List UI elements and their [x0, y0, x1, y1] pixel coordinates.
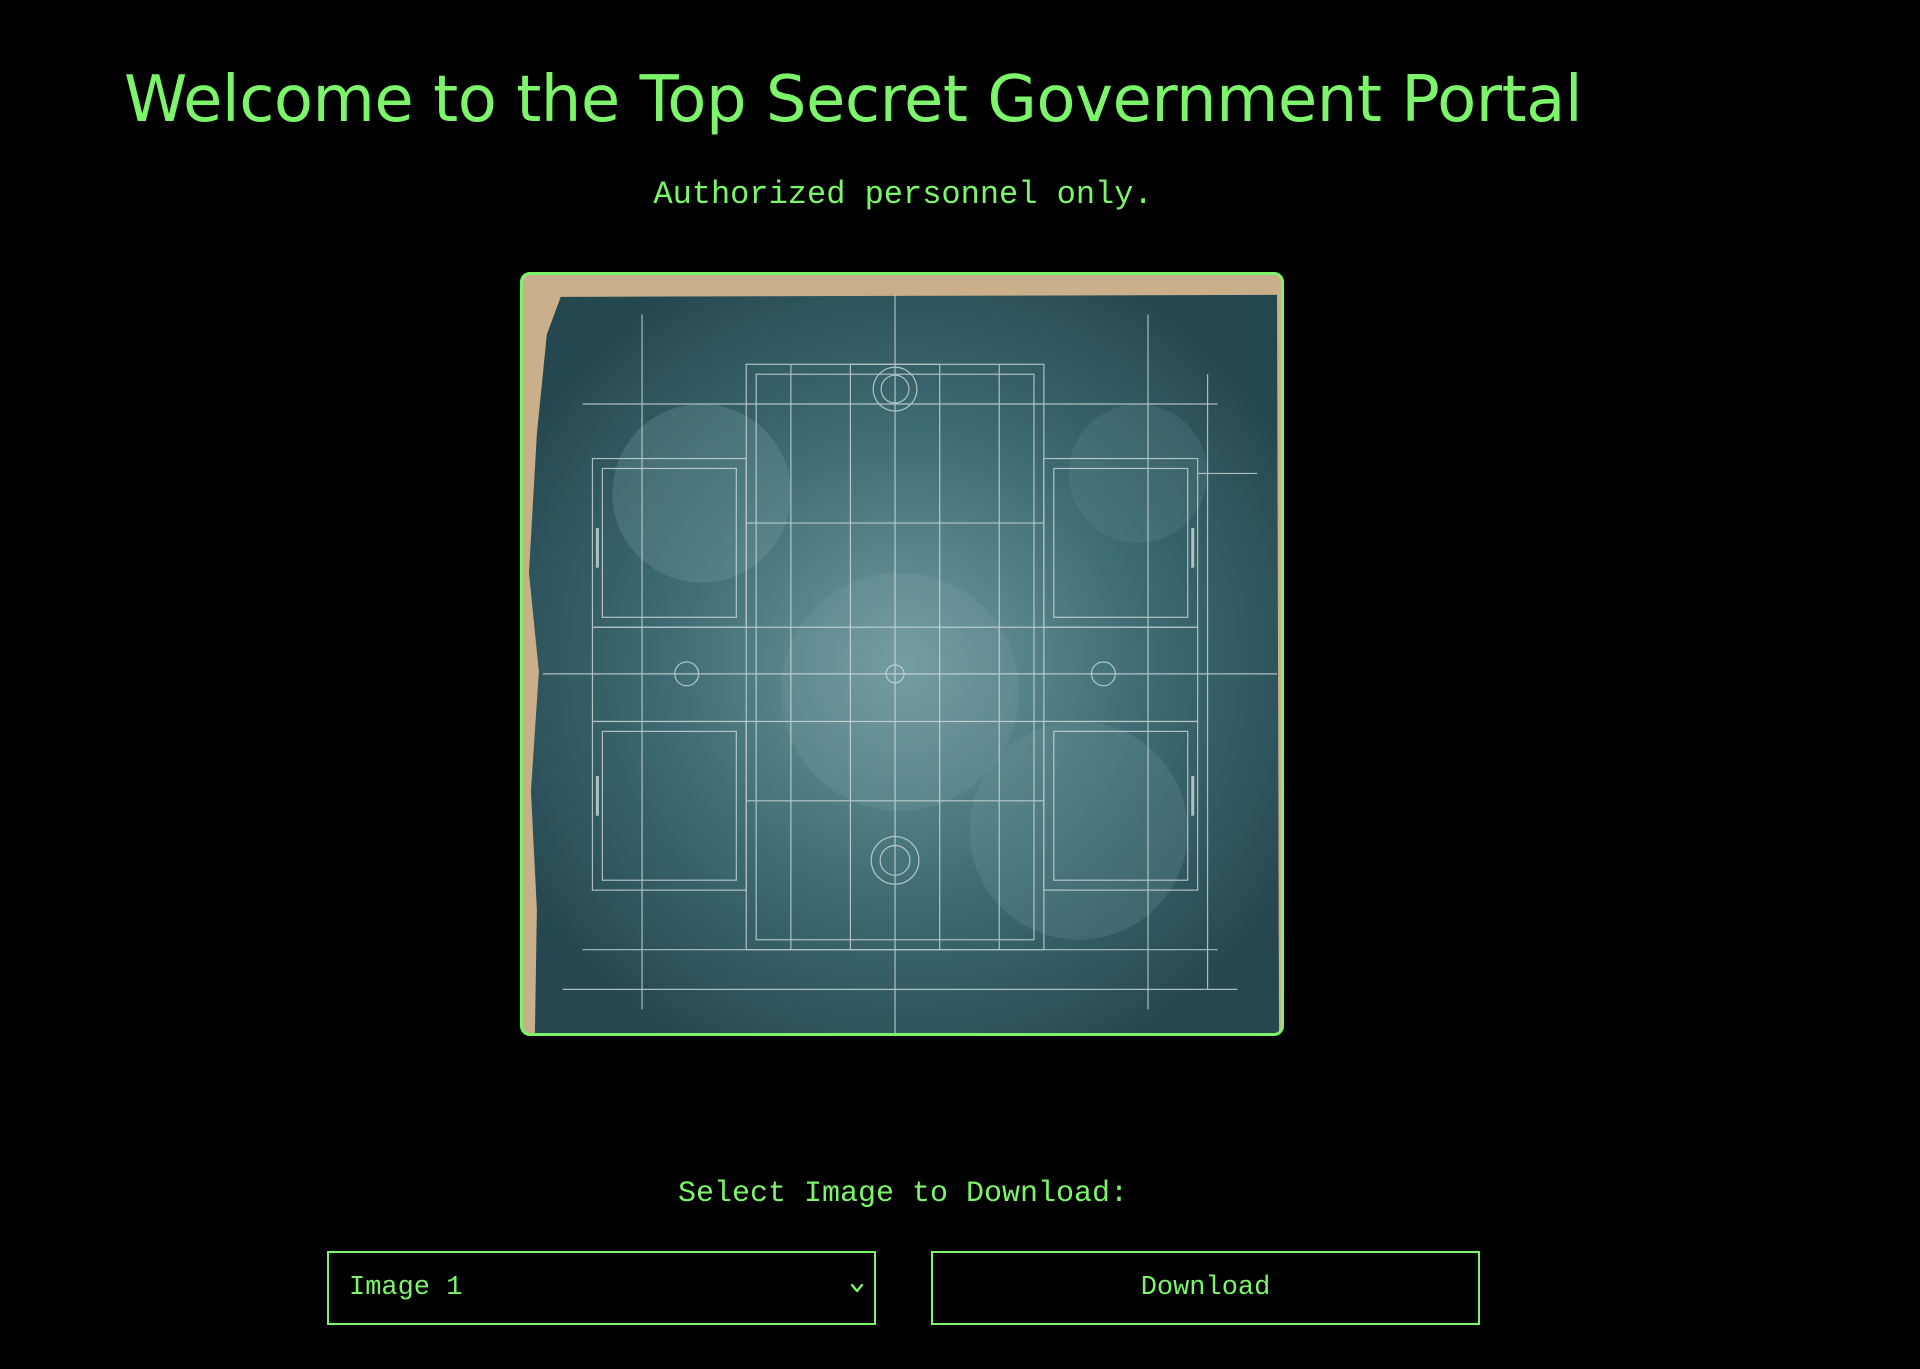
- page-title: Welcome to the Top Secret Government Por…: [124, 63, 1583, 137]
- select-image-label: Select Image to Download:: [677, 1177, 1129, 1211]
- image-select-dropdown[interactable]: Image 1: [327, 1251, 876, 1325]
- download-button[interactable]: Download: [931, 1251, 1480, 1325]
- blueprint-floor-plan-image: [523, 275, 1281, 1033]
- blueprint-preview-image: [520, 272, 1284, 1036]
- image-select-value: Image 1: [349, 1273, 463, 1303]
- page-subtitle: Authorized personnel only.: [653, 176, 1153, 213]
- chevron-down-icon: [850, 1283, 864, 1293]
